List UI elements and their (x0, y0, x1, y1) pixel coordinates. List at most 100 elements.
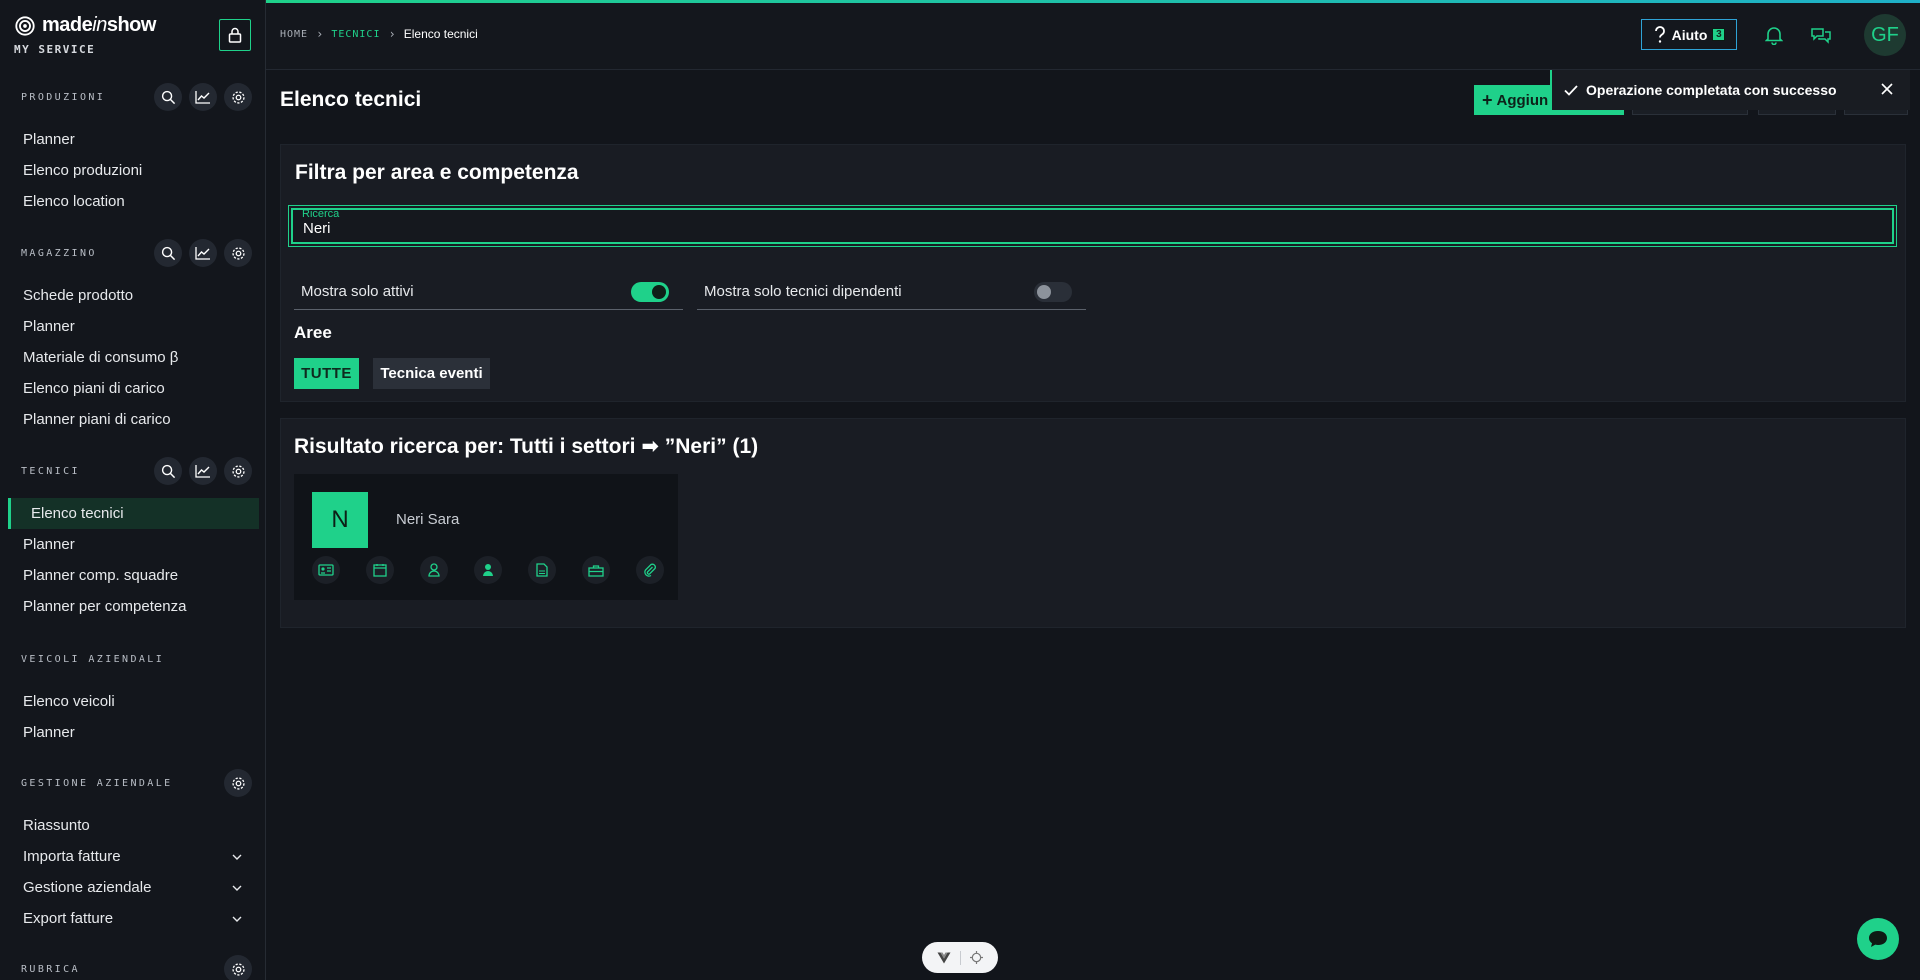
toggle-employees-row: Mostra solo tecnici dipendenti (697, 274, 1086, 310)
pill-divider (959, 950, 961, 965)
success-toast: Operazione completata con successo (1550, 70, 1910, 110)
id-card-icon[interactable] (312, 556, 340, 584)
section-title: RUBRICA (21, 963, 80, 975)
vue-icon[interactable] (937, 952, 951, 964)
sidebar-item-planner[interactable]: Planner (0, 124, 266, 155)
sidebar-item-elenco-piani-carico[interactable]: Elenco piani di carico (0, 373, 266, 404)
document-icon[interactable] (528, 556, 556, 584)
technician-name[interactable]: Neri Sara (396, 511, 459, 528)
chat-icon (1869, 931, 1887, 947)
breadcrumb: HOME › TECNICI › Elenco tecnici (280, 27, 478, 41)
chart-icon[interactable] (189, 83, 217, 111)
section-title: VEICOLI AZIENDALI (21, 653, 165, 665)
search-value: Neri (303, 220, 331, 237)
help-button[interactable]: Aiuto 3 (1641, 19, 1737, 50)
sidebar-item-label: Planner piani di carico (23, 411, 171, 428)
chevron-down-icon (232, 885, 242, 891)
sidebar-item-label: Planner (23, 536, 75, 553)
brand[interactable]: madeinshow MY SERVICE (14, 14, 156, 56)
breadcrumb-home[interactable]: HOME (280, 29, 308, 40)
close-icon[interactable] (1878, 80, 1896, 98)
chat-button[interactable] (1857, 918, 1899, 960)
toggle-employees-label: Mostra solo tecnici dipendenti (704, 283, 902, 300)
sidebar-item-materiale-consumo[interactable]: Materiale di consumo β (0, 342, 266, 373)
help-label: Aiuto (1671, 26, 1708, 43)
sidebar-item-label: Planner (23, 318, 75, 335)
toggle-active-switch[interactable] (631, 281, 669, 302)
search-icon[interactable] (154, 83, 182, 111)
search-label: Ricerca (302, 208, 340, 220)
section-title: MAGAZZINO (21, 247, 97, 259)
toggle-employees-switch[interactable] (1034, 281, 1072, 302)
sidebar-item-planner[interactable]: Planner (0, 311, 266, 342)
attachment-icon[interactable] (636, 556, 664, 584)
check-icon (1564, 84, 1578, 96)
sidebar-item-planner[interactable]: Planner (0, 529, 266, 560)
calendar-icon[interactable] (366, 556, 394, 584)
sidebar-item-schede-prodotto[interactable]: Schede prodotto (0, 280, 266, 311)
sidebar-item-export-fatture[interactable]: Export fatture (0, 903, 266, 934)
sidebar-section-tecnici: TECNICI Elenco tecnici Planner Planner c… (0, 454, 266, 622)
sidebar-section-gestione-aziendale: GESTIONE AZIENDALE Riassunto Importa fat… (0, 766, 266, 934)
search-input[interactable]: Ricerca Neri (288, 205, 1897, 247)
sidebar-item-label: Riassunto (23, 817, 90, 834)
sidebar-item-importa-fatture[interactable]: Importa fatture (0, 841, 266, 872)
brand-logo-icon (15, 15, 35, 36)
gear-icon[interactable] (224, 955, 252, 980)
area-chip-tecnica-eventi[interactable]: Tecnica eventi (373, 358, 490, 389)
user-avatar[interactable]: GF (1864, 14, 1906, 56)
area-chip-all[interactable]: TUTTE (294, 358, 359, 389)
help-count-badge: 3 (1712, 28, 1726, 41)
gear-icon[interactable] (224, 239, 252, 267)
sidebar-section-produzioni: PRODUZIONI Planner Elenco produzioni Ele… (0, 80, 266, 217)
devtools-pill[interactable] (922, 942, 998, 973)
user-badge-icon[interactable] (474, 556, 502, 584)
toolbox-icon[interactable] (582, 556, 610, 584)
technician-card[interactable]: N Neri Sara (294, 474, 678, 600)
section-title: TECNICI (21, 465, 80, 477)
sidebar-item-elenco-veicoli[interactable]: Elenco veicoli (0, 686, 266, 717)
sidebar-item-gestione-aziendale[interactable]: Gestione aziendale (0, 872, 266, 903)
gear-icon[interactable] (224, 769, 252, 797)
gear-icon[interactable] (224, 83, 252, 111)
technician-avatar: N (312, 492, 368, 548)
sidebar-item-label: Elenco piani di carico (23, 380, 165, 397)
sidebar-item-planner-piani-carico[interactable]: Planner piani di carico (0, 404, 266, 435)
technician-icon[interactable] (420, 556, 448, 584)
search-icon[interactable] (154, 239, 182, 267)
bell-icon[interactable] (1761, 22, 1787, 48)
sidebar-section-magazzino: MAGAZZINO Schede prodotto Planner Materi… (0, 236, 266, 435)
chart-icon[interactable] (189, 457, 217, 485)
sidebar-item-planner-comp-squadre[interactable]: Planner comp. squadre (0, 560, 266, 591)
sidebar-item-planner[interactable]: Planner (0, 717, 266, 748)
lock-icon (228, 27, 242, 43)
sidebar-item-planner-competenza[interactable]: Planner per competenza (0, 591, 266, 622)
target-icon[interactable] (970, 951, 984, 964)
sidebar-item-label: Planner (23, 131, 75, 148)
technician-actions (312, 556, 664, 584)
sidebar-item-label: Export fatture (23, 910, 114, 927)
lock-button[interactable] (219, 19, 251, 51)
switch-knob (652, 284, 666, 299)
sidebar-item-label: Planner (23, 724, 75, 741)
sidebar-item-label: Planner comp. squadre (23, 567, 179, 584)
messages-icon[interactable] (1808, 22, 1834, 48)
sidebar-item-label: Elenco veicoli (23, 693, 115, 710)
breadcrumb-tecnici[interactable]: TECNICI (331, 29, 380, 40)
sidebar-item-label: Elenco produzioni (23, 162, 143, 179)
brand-name: madeinshow (42, 14, 156, 36)
sidebar-item-elenco-produzioni[interactable]: Elenco produzioni (0, 155, 266, 186)
filter-card: Filtra per area e competenza (280, 144, 1906, 402)
search-icon[interactable] (154, 457, 182, 485)
top-accent-bar (266, 0, 1920, 3)
areas-title: Aree (294, 323, 332, 342)
sidebar-item-riassunto[interactable]: Riassunto (0, 810, 266, 841)
gear-icon[interactable] (224, 457, 252, 485)
brand-subtitle: MY SERVICE (14, 43, 96, 56)
sidebar-item-elenco-tecnici[interactable]: Elenco tecnici (8, 498, 259, 529)
sidebar: madeinshow MY SERVICE PRODUZIONI Planner… (0, 0, 266, 980)
sidebar-item-label: Schede prodotto (23, 287, 134, 304)
chart-icon[interactable] (189, 239, 217, 267)
section-title: PRODUZIONI (21, 91, 106, 103)
sidebar-item-elenco-location[interactable]: Elenco location (0, 186, 266, 217)
